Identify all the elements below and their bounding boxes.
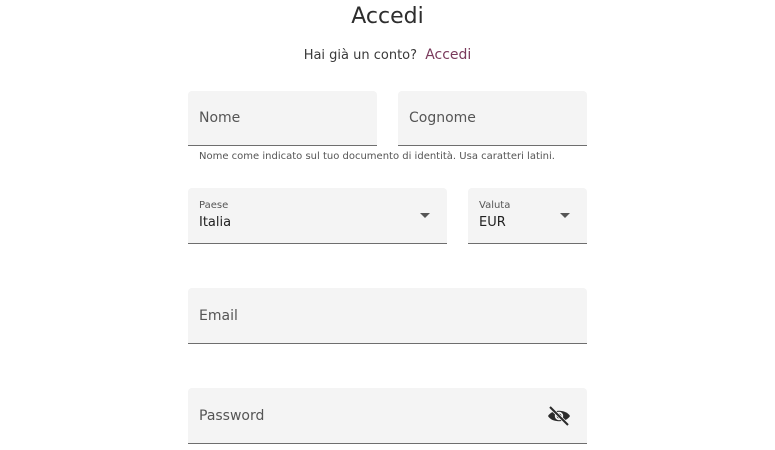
email-field[interactable]: Email <box>188 288 587 344</box>
email-placeholder: Email <box>199 308 238 324</box>
currency-label: Valuta <box>479 200 511 211</box>
last-name-placeholder: Cognome <box>409 110 476 126</box>
password-field[interactable]: Password <box>188 388 587 444</box>
first-name-field[interactable]: Nome <box>188 91 377 146</box>
chevron-down-icon <box>560 213 570 218</box>
last-name-field[interactable]: Cognome <box>398 91 587 146</box>
country-value: Italia <box>199 215 232 230</box>
first-name-placeholder: Nome <box>199 110 241 126</box>
signup-page: Accedi Hai già un conto? Accedi Nome Cog… <box>0 0 775 450</box>
eye-off-icon[interactable] <box>547 405 571 427</box>
password-placeholder: Password <box>199 408 265 424</box>
login-link[interactable]: Accedi <box>425 47 471 63</box>
login-prompt-text: Hai già un conto? <box>303 48 418 63</box>
country-label: Paese <box>199 200 229 211</box>
login-prompt: Hai già un conto? Accedi <box>0 46 775 65</box>
currency-value: EUR <box>479 215 506 230</box>
page-title: Accedi <box>351 4 424 29</box>
country-select[interactable]: Paese Italia <box>188 188 447 244</box>
chevron-down-icon <box>420 213 430 218</box>
currency-select[interactable]: Valuta EUR <box>468 188 587 244</box>
name-helper-text: Nome come indicato sul tuo documento di … <box>199 151 555 162</box>
